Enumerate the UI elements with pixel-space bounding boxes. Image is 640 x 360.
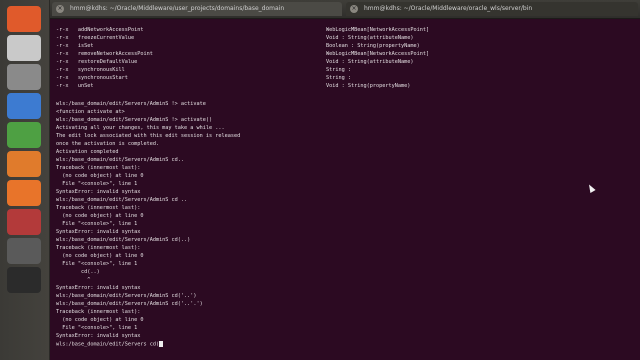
output-line: File "<console>", line 1 xyxy=(56,325,138,331)
output-line: Activating all your changes, this may ta… xyxy=(56,125,225,131)
output-line: Activation completed xyxy=(56,149,119,155)
listing-row: -r-x synchronousKill String : xyxy=(56,67,351,74)
text-cursor xyxy=(159,341,164,347)
output-line: wls:/base_domain/edit/Servers/AdminS cd(… xyxy=(56,301,203,307)
output-line: (no code object) at line 0 xyxy=(56,317,144,323)
listing-row: -r-x unSet Void : String(propertyName) xyxy=(56,83,410,90)
output-line: wls:/base_domain/edit/Servers/AdminS cd(… xyxy=(56,293,197,299)
listing-method: -r-x synchronousStart xyxy=(56,75,128,81)
unity-launcher xyxy=(0,0,50,360)
output-line: Traceback (innermost last): xyxy=(56,245,141,251)
output-line: <function activate at> xyxy=(56,109,125,115)
output-line: SyntaxError: invalid syntax xyxy=(56,189,141,195)
files-icon[interactable] xyxy=(7,64,41,90)
tab-title: hmm@kdhs: ~/Oracle/Middleware/user_proje… xyxy=(70,5,285,12)
listing-row: -r-x synchronousStart String : xyxy=(56,75,351,82)
terminal-icon[interactable] xyxy=(7,267,41,293)
listing-row: -r-x freezeCurrentValue Void : String(att… xyxy=(56,35,413,42)
output-line: (no code object) at line 0 xyxy=(56,173,144,179)
listing-signature: Boolean : String(propertyName) xyxy=(326,43,420,49)
listing-signature: Void : String(attributeName) xyxy=(326,59,414,65)
writer-icon[interactable] xyxy=(7,93,41,119)
output-line: File "<console>", line 1 xyxy=(56,221,138,227)
listing-signature: WebLogicMBean[NetworkAccessPoint] xyxy=(326,51,430,57)
impress-icon[interactable] xyxy=(7,151,41,177)
listing-signature: Void : String(attributeName) xyxy=(326,35,414,41)
listing-method: -r-x removeNetworkAccessPoint xyxy=(56,51,153,57)
output-line: SyntaxError: invalid syntax xyxy=(56,285,141,291)
listing-signature: String : xyxy=(326,67,351,73)
listing-method: -r-x freezeCurrentValue xyxy=(56,35,135,41)
output-line: cd(..) xyxy=(56,269,100,275)
listing-signature: String : xyxy=(326,75,351,81)
dash-home-icon[interactable] xyxy=(7,6,41,32)
output-line: once the activation is completed. xyxy=(56,141,160,147)
output-line: wls:/base_domain/edit/Servers/AdminS cd(… xyxy=(56,237,191,243)
chrome-icon[interactable] xyxy=(7,35,41,61)
listing-method: -r-x isSet xyxy=(56,43,94,49)
output-line: wls:/base_domain/edit/Servers cd( xyxy=(56,341,164,348)
close-icon[interactable]: × xyxy=(350,5,358,13)
listing-method: -r-x unSet xyxy=(56,83,94,89)
output-line: The edit lock associated with this edit … xyxy=(56,133,241,139)
listing-row: -r-x isSet Boolean : String(propertyName) xyxy=(56,43,420,50)
ubuntu-one-icon[interactable] xyxy=(7,238,41,264)
listing-method: -r-x restoreDefaultValue xyxy=(56,59,138,65)
tab-title: hmm@kdhs: ~/Oracle/Middleware/oracle_wls… xyxy=(364,5,533,12)
close-icon[interactable]: × xyxy=(56,5,64,13)
output-line: Traceback (innermost last): xyxy=(56,165,141,171)
output-line: Traceback (innermost last): xyxy=(56,205,141,211)
terminal-tab-bar: × hmm@kdhs: ~/Oracle/Middleware/user_pro… xyxy=(50,0,640,19)
output-line: File "<console>", line 1 xyxy=(56,181,138,187)
output-line: wls:/base_domain/edit/Servers/AdminS cd.… xyxy=(56,157,185,163)
calc-icon[interactable] xyxy=(7,122,41,148)
output-line: ^ xyxy=(56,277,91,283)
listing-method: -r-x addNetworkAccessPoint xyxy=(56,27,144,33)
software-center-icon[interactable] xyxy=(7,180,41,206)
tab-base-domain[interactable]: × hmm@kdhs: ~/Oracle/Middleware/user_pro… xyxy=(52,2,342,16)
output-line: Traceback (innermost last): xyxy=(56,309,141,315)
listing-row: -r-x restoreDefaultValue Void : String(at… xyxy=(56,59,413,66)
listing-signature: Void : String(propertyName) xyxy=(326,83,411,89)
output-line: SyntaxError: invalid syntax xyxy=(56,229,141,235)
tab-server-bin[interactable]: × hmm@kdhs: ~/Oracle/Middleware/oracle_w… xyxy=(346,2,638,16)
listing-row: -r-x addNetworkAccessPoint WebLogicMBean[… xyxy=(56,27,429,34)
output-line: (no code object) at line 0 xyxy=(56,253,144,259)
listing-signature: WebLogicMBean[NetworkAccessPoint] xyxy=(326,27,430,33)
output-line: wls:/base_domain/edit/Servers/AdminS !> … xyxy=(56,117,213,123)
output-line: File "<console>", line 1 xyxy=(56,261,138,267)
output-line: SyntaxError: invalid syntax xyxy=(56,333,141,339)
settings-icon[interactable] xyxy=(7,209,41,235)
output-line: wls:/base_domain/edit/Servers/AdminS !> … xyxy=(56,101,206,107)
output-line: wls:/base_domain/edit/Servers/AdminS cd … xyxy=(56,197,188,203)
terminal-output[interactable]: -r-x addNetworkAccessPoint WebLogicMBean[… xyxy=(50,19,640,360)
listing-row: -r-x removeNetworkAccessPoint WebLogicMBe… xyxy=(56,51,429,58)
listing-method: -r-x synchronousKill xyxy=(56,67,125,73)
output-line: (no code object) at line 0 xyxy=(56,213,144,219)
